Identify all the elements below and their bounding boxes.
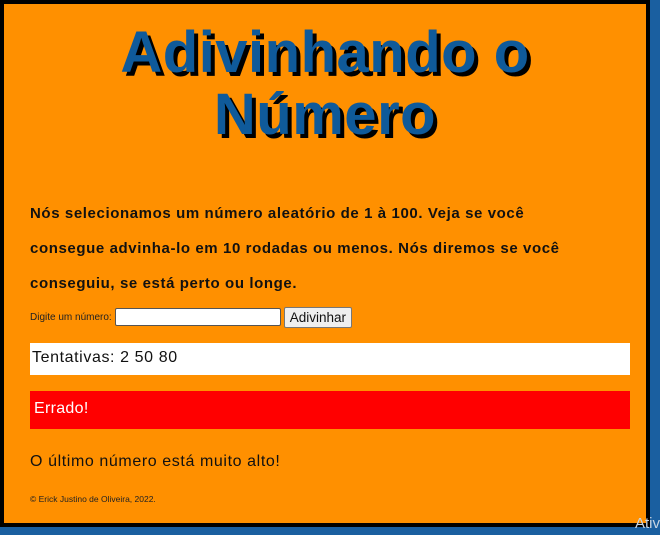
guess-form: Digite um número: Adivinhar [30,306,352,328]
intro-line-1: Nós selecionamos um número aleatório de … [30,205,525,222]
footer-copyright: © Erick Justino de Oliveira, 2022. [30,494,156,504]
guess-label: Digite um número: [30,311,112,323]
last-result: Errado! [30,391,630,429]
title-line-1: Adivinhando o [120,20,530,85]
game-container: Adivinhando o Número Nós selecionamos um… [0,0,650,527]
previous-guesses: Tentativas: 2 50 80 [30,343,630,375]
low-or-high-hint: O último número está muito alto! [30,453,281,470]
activation-watermark: Ativ [634,515,660,532]
guess-input[interactable] [114,308,281,326]
intro-line-3: conseguiu, se está perto ou longe. [30,275,298,292]
page-title: Adivinhando o Número [4,22,646,146]
title-line-2: Número [213,82,437,147]
intro-line-2: consegue advinha-lo em 10 rodadas ou men… [30,240,560,257]
guess-button[interactable]: Adivinhar [283,306,352,328]
intro-text: Nós selecionamos um número aleatório de … [30,196,630,301]
